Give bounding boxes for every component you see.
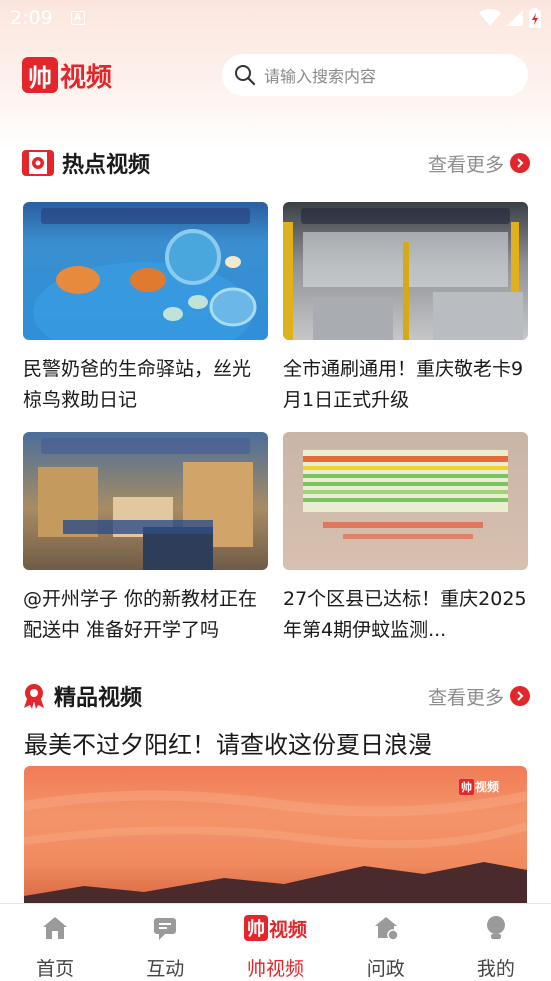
chat-icon xyxy=(154,918,177,940)
app-logo[interactable]: 帅 视频 xyxy=(22,56,122,94)
video-title: 全市通刷通用！重庆敬老卡9月1日正式升级 xyxy=(283,358,524,411)
logo-char: 帅 xyxy=(28,62,52,92)
thumb-logo-text: 视频 xyxy=(474,780,499,794)
battery-icon xyxy=(529,8,541,28)
user-icon xyxy=(486,916,505,939)
hot-videos-header: 热点视频 查看更多 xyxy=(22,146,530,180)
status-time: 2:09 xyxy=(10,7,53,29)
bottom-tab-bar: 首页 互动 帅 视频 帅视频 问政 我的 xyxy=(0,903,551,981)
feature-video-title[interactable]: 最美不过夕阳红！请查收这份夏日浪漫 xyxy=(24,725,432,760)
tab-label: 问政 xyxy=(366,958,405,980)
more-label: 查看更多 xyxy=(427,686,504,709)
feature-video-thumbnail[interactable]: 帅 视频 xyxy=(24,766,527,906)
thumb-logo-char: 帅 xyxy=(458,778,474,795)
more-label: 查看更多 xyxy=(427,153,504,176)
home-icon xyxy=(43,917,68,939)
award-ribbon-icon xyxy=(24,684,44,709)
tab-video[interactable]: 帅 视频 帅视频 xyxy=(220,904,330,981)
tab-home[interactable]: 首页 xyxy=(0,904,110,981)
wifi-icon xyxy=(479,9,501,26)
hot-more-link[interactable]: 查看更多 xyxy=(428,150,530,177)
tab-politics[interactable]: 问政 xyxy=(331,904,441,981)
video-thumbnail[interactable] xyxy=(283,432,528,570)
section-title: 精品视频 xyxy=(54,686,143,711)
video-title: @开州学子 你的新教材正在配送中 准备好开学了吗 xyxy=(23,588,258,641)
tab-label: 互动 xyxy=(146,958,185,980)
video-card[interactable]: 全市通刷通用！重庆敬老卡9月1日正式升级 xyxy=(283,202,528,416)
books-illustration xyxy=(38,462,253,570)
data-table-illustration xyxy=(303,450,508,539)
search-input[interactable]: 请输入搜索内容 xyxy=(222,54,528,96)
tab-label: 首页 xyxy=(36,958,75,980)
hot-video-icon xyxy=(22,150,54,176)
birds-illustration xyxy=(33,229,257,340)
video-thumbnail[interactable] xyxy=(23,432,268,570)
sunset-illustration xyxy=(24,790,527,906)
tab-logo-char: 帅 xyxy=(244,915,268,941)
search-icon xyxy=(235,65,256,86)
tab-label: 我的 xyxy=(476,958,515,980)
status-bar: 2:09 A xyxy=(0,0,551,36)
chevron-right-icon xyxy=(510,153,530,173)
bus-interior-illustration xyxy=(283,222,523,340)
video-card[interactable]: 27个区县已达标！重庆2025年第4期伊蚊监测... xyxy=(283,432,528,646)
premium-videos-header: 精品视频 查看更多 xyxy=(22,679,530,713)
search-placeholder: 请输入搜索内容 xyxy=(264,67,377,86)
video-card[interactable]: 民警奶爸的生命驿站，丝光椋鸟救助日记 xyxy=(23,202,268,416)
tab-interact[interactable]: 互动 xyxy=(110,904,220,981)
signal-icon xyxy=(507,10,523,26)
video-card[interactable]: @开州学子 你的新教材正在配送中 准备好开学了吗 xyxy=(23,432,268,646)
tab-logo-text: 视频 xyxy=(269,918,308,941)
logo-text: 视频 xyxy=(60,62,113,93)
video-thumbnail[interactable] xyxy=(283,202,528,340)
section-title: 热点视频 xyxy=(62,153,151,178)
chevron-right-icon xyxy=(510,686,530,706)
tab-mine[interactable]: 我的 xyxy=(441,904,551,981)
tab-label: 帅视频 xyxy=(247,958,305,980)
thumbnail-logo: 帅 视频 xyxy=(458,778,499,795)
app-header: 帅 视频 请输入搜索内容 xyxy=(0,50,551,100)
video-title: 27个区县已达标！重庆2025年第4期伊蚊监测... xyxy=(283,588,527,641)
video-title: 民警奶爸的生命驿站，丝光椋鸟救助日记 xyxy=(23,358,252,411)
video-thumbnail[interactable] xyxy=(23,202,268,340)
premium-more-link[interactable]: 查看更多 xyxy=(428,683,530,710)
government-house-icon xyxy=(374,917,399,941)
notification-a-icon: A xyxy=(70,11,85,25)
video-logo-icon: 帅 视频 xyxy=(244,912,307,944)
